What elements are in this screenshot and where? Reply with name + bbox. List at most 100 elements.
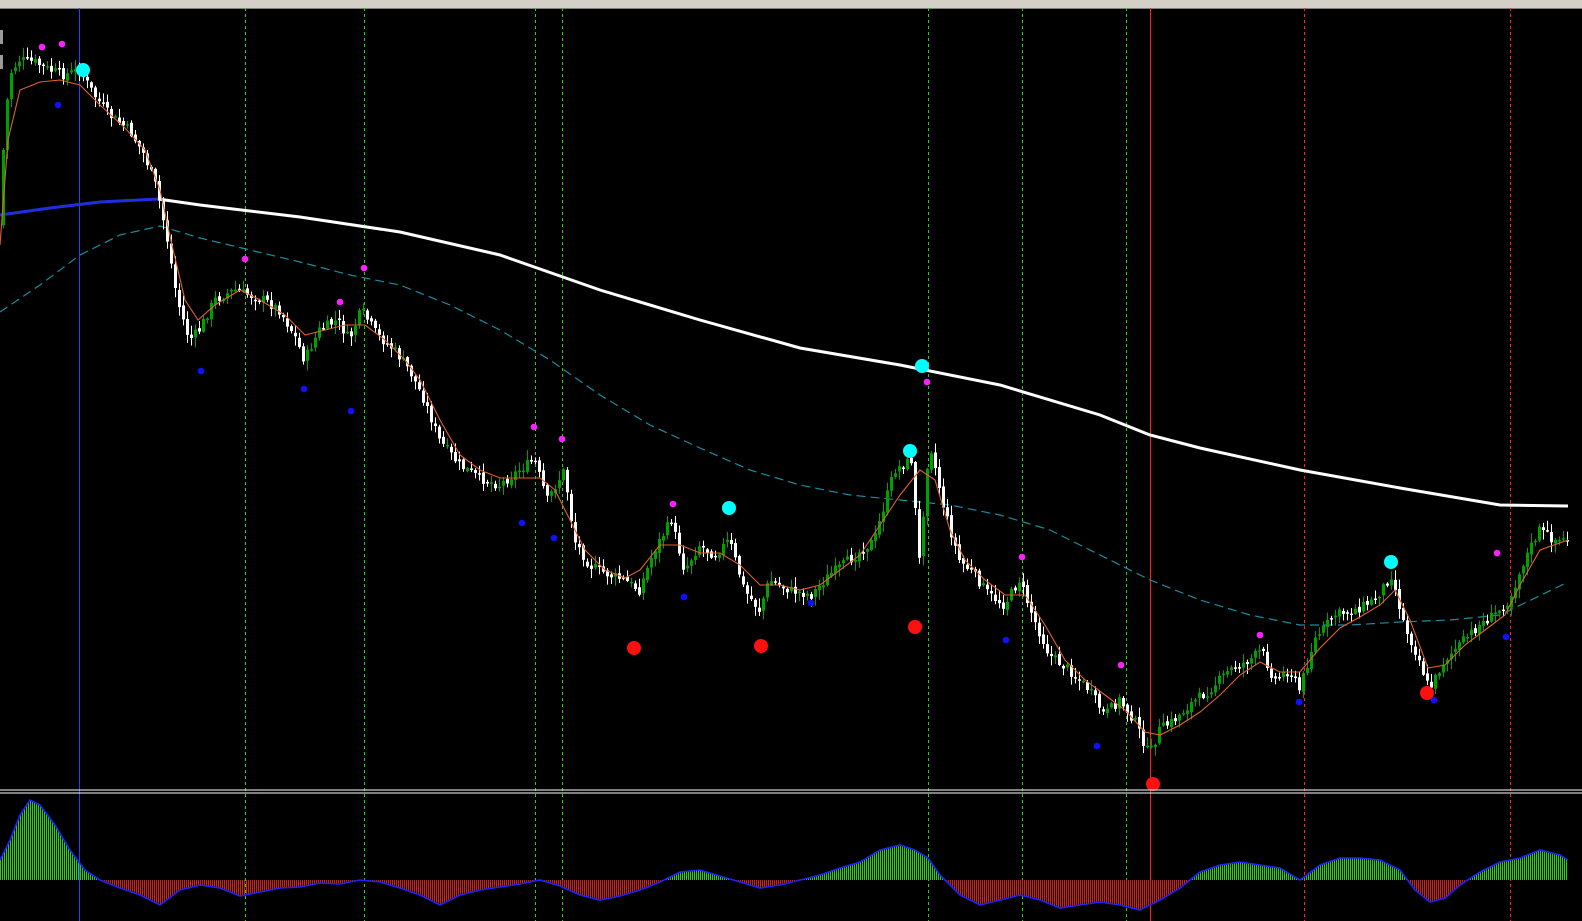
bear-candle [106, 101, 109, 108]
bear-candle [1330, 618, 1333, 620]
bull-candle [1134, 717, 1137, 720]
bull-candle [362, 308, 365, 311]
bull-candle [1218, 675, 1221, 684]
bull-candle [10, 72, 13, 100]
fast-moving-average [0, 79, 1569, 736]
bull-candle [510, 479, 513, 486]
bull-candle [906, 458, 909, 470]
bear-candle [590, 565, 593, 569]
bear-candle [322, 328, 325, 330]
bull-candle [1150, 745, 1153, 748]
bear-candle [610, 574, 613, 578]
bear-candle [1294, 676, 1297, 679]
bull-candle [466, 468, 469, 472]
bull-candle [1554, 540, 1557, 544]
bear-candle [774, 581, 777, 583]
bull-candle [126, 124, 129, 126]
bear-candle [730, 539, 733, 545]
bull-candle [854, 559, 857, 562]
bull-candle [310, 349, 313, 351]
bull-candle [594, 563, 597, 568]
bull-candle [1194, 699, 1197, 702]
bear-candle [198, 328, 201, 332]
major-low-marker [1420, 686, 1434, 700]
bull-candle [1434, 674, 1437, 689]
bear-candle [1366, 601, 1369, 605]
bull-candle [18, 61, 21, 67]
bear-candle [1298, 677, 1301, 691]
panel-divider[interactable] [0, 789, 1582, 794]
bull-candle [894, 473, 897, 477]
bull-candle [1466, 636, 1469, 639]
bull-candle [1254, 650, 1257, 658]
bear-candle [530, 459, 533, 462]
bull-candle [1226, 671, 1229, 675]
bear-candle [58, 68, 61, 70]
bull-candle [54, 68, 57, 71]
bear-candle [470, 468, 473, 471]
pivot-markers [38, 40, 1510, 791]
bull-candle [1334, 615, 1337, 618]
bull-candle [1522, 566, 1525, 574]
bull-candle [1482, 620, 1485, 626]
bull-candle [562, 469, 565, 481]
bear-candle [366, 310, 369, 320]
bear-candle [42, 64, 45, 67]
pivot-high-dot [558, 435, 566, 443]
bear-candle [374, 320, 377, 329]
bear-candle [638, 587, 641, 595]
bear-candle [1346, 612, 1349, 614]
bear-candle [218, 296, 221, 301]
bear-candle [946, 507, 949, 517]
bear-candle [802, 592, 805, 597]
pivot-low-dot [1093, 742, 1101, 750]
bear-candle [1246, 661, 1249, 665]
bear-candle [458, 459, 461, 462]
bull-candle [690, 560, 693, 566]
bull-candle [1530, 542, 1533, 555]
bear-candle [566, 469, 569, 493]
bull-candle [1490, 612, 1493, 622]
bull-candle [1106, 708, 1109, 713]
bear-candle [710, 551, 713, 558]
bear-candle [586, 561, 589, 567]
bear-candle [1050, 653, 1053, 657]
bear-candle [678, 532, 681, 554]
bear-candle [702, 545, 705, 548]
bull-candle [1534, 540, 1537, 543]
bull-candle [1318, 634, 1321, 636]
oscillator-signal-line [0, 798, 1569, 911]
bull-candle [890, 476, 893, 491]
bull-candle [334, 320, 337, 326]
bull-candle [318, 327, 321, 338]
bull-candle [798, 591, 801, 594]
price-chart[interactable] [0, 0, 1582, 921]
bear-candle [1546, 530, 1549, 532]
bear-candle [1046, 644, 1049, 654]
bull-candle [806, 593, 809, 596]
bear-candle [350, 331, 353, 337]
bear-candle [290, 326, 293, 332]
pivot-low-dot [1002, 636, 1010, 644]
slow-moving-average [0, 197, 1569, 508]
pivot-high-dot [38, 43, 46, 51]
bull-candle [870, 539, 873, 551]
pivot-high-dot [360, 264, 368, 272]
bear-candle [998, 599, 1001, 604]
bull-candle [1562, 538, 1565, 540]
bear-candle [486, 481, 489, 484]
bear-candle [1094, 690, 1097, 696]
bear-candle [758, 607, 761, 612]
bear-candle [734, 543, 737, 558]
bull-candle [514, 471, 517, 481]
bear-candle [1410, 633, 1413, 646]
bear-candle [1098, 693, 1101, 708]
bear-candle [1014, 587, 1017, 591]
bull-candle [1462, 636, 1465, 643]
bull-candle [518, 470, 521, 473]
bull-candle [1302, 673, 1305, 692]
bear-candle [1542, 527, 1545, 531]
bull-candle [1258, 650, 1261, 652]
bull-candle [66, 73, 69, 81]
pivot-high-dot [1117, 661, 1125, 669]
